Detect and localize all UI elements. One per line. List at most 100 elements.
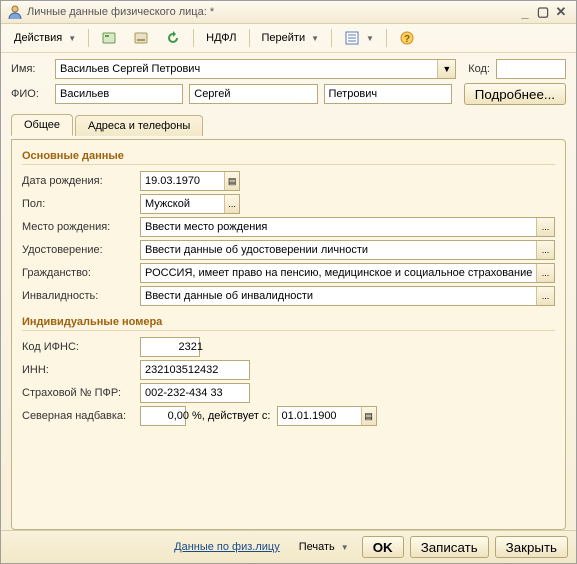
physical-person-link[interactable]: Данные по физ.лицу (174, 541, 280, 553)
toolbar-icon-1[interactable] (94, 26, 124, 50)
middlename-input[interactable] (325, 85, 459, 103)
more-button[interactable]: Подробнее... (464, 83, 566, 105)
fio-label: ФИО: (11, 88, 49, 100)
birthplace-select-button[interactable]: ... (536, 218, 554, 236)
name-label: Имя: (11, 63, 49, 75)
firstname-field[interactable] (189, 84, 317, 104)
tab-addresses[interactable]: Адреса и телефоны (75, 115, 203, 136)
calendar-icon[interactable]: ▤ (361, 407, 376, 425)
inn-label: ИНН: (22, 364, 134, 376)
divider (22, 330, 555, 331)
maximize-button[interactable]: ▢ (534, 4, 552, 20)
footer: Данные по физ.лицу Печать ▼ OK Записать … (1, 530, 576, 563)
card2-icon (133, 30, 149, 46)
north-label: Северная надбавка: (22, 410, 134, 422)
content: Имя: ▼ Код: ФИО: Подробнее... Общее Адре… (1, 53, 576, 530)
card-icon (101, 30, 117, 46)
toolbar-separator (193, 29, 194, 47)
disability-input[interactable] (141, 290, 536, 302)
citizen-field[interactable]: ... (140, 263, 555, 283)
ifns-field[interactable] (140, 337, 200, 357)
sex-label: Пол: (22, 198, 134, 210)
sex-field[interactable]: ... (140, 194, 240, 214)
sex-row: Пол: ... (22, 194, 555, 214)
ifns-input[interactable] (141, 338, 207, 356)
inn-row: ИНН: (22, 360, 555, 380)
birthplace-input[interactable] (141, 221, 536, 233)
name-dropdown[interactable]: ▼ (437, 60, 455, 78)
disability-row: Инвалидность: ... (22, 286, 555, 306)
sex-input[interactable] (141, 198, 224, 210)
north-value-field[interactable] (140, 406, 186, 426)
toolbar: Действия ▼ НДФЛ Перейти ▼ ▼ ? (1, 24, 576, 53)
close-window-button[interactable]: ✕ (552, 4, 570, 20)
ifns-label: Код ИФНС: (22, 341, 134, 353)
minimize-button[interactable]: _ (516, 5, 534, 20)
birth-field[interactable]: ▤ (140, 171, 240, 191)
lastname-input[interactable] (56, 85, 190, 103)
toolbar-icon-4[interactable]: ▼ (337, 26, 381, 50)
birth-row: Дата рождения: ▤ (22, 171, 555, 191)
ok-button[interactable]: OK (362, 536, 404, 558)
refresh-icon (165, 30, 181, 46)
save-button[interactable]: Записать (410, 536, 489, 558)
toolbar-separator (386, 29, 387, 47)
birthplace-row: Место рождения: ... (22, 217, 555, 237)
print-menu[interactable]: Печать ▼ (292, 535, 356, 559)
ndfl-button[interactable]: НДФЛ (199, 26, 243, 50)
sex-select-button[interactable]: ... (224, 195, 239, 213)
help-button[interactable]: ? (392, 26, 422, 50)
close-button[interactable]: Закрыть (495, 536, 568, 558)
citizen-select-button[interactable]: ... (536, 264, 554, 282)
window-title: Личные данные физического лица: * (27, 6, 516, 18)
birthplace-label: Место рождения: (22, 221, 134, 233)
north-date-input[interactable] (278, 410, 361, 422)
titlebar: Личные данные физического лица: * _ ▢ ✕ (1, 1, 576, 24)
code-field[interactable] (496, 59, 566, 79)
north-value-input[interactable] (141, 407, 193, 425)
middlename-field[interactable] (324, 84, 452, 104)
disability-select-button[interactable]: ... (536, 287, 554, 305)
birth-input[interactable] (141, 175, 224, 187)
id-row: Удостоверение: ... (22, 240, 555, 260)
pfr-field[interactable] (140, 383, 250, 403)
id-field[interactable]: ... (140, 240, 555, 260)
north-row: Северная надбавка: %, действует с: ▤ (22, 406, 555, 426)
name-input[interactable] (56, 63, 437, 75)
inn-field[interactable] (140, 360, 250, 380)
disability-field[interactable]: ... (140, 286, 555, 306)
tab-page-general: Основные данные Дата рождения: ▤ Пол: ..… (11, 139, 566, 530)
actions-menu[interactable]: Действия ▼ (7, 26, 83, 50)
toolbar-separator (88, 29, 89, 47)
id-label: Удостоверение: (22, 244, 134, 256)
dropdown-icon: ▼ (366, 34, 374, 43)
lastname-field[interactable] (55, 84, 183, 104)
birthplace-field[interactable]: ... (140, 217, 555, 237)
citizen-label: Гражданство: (22, 267, 134, 279)
dropdown-icon: ▼ (311, 34, 319, 43)
goto-menu[interactable]: Перейти ▼ (255, 26, 327, 50)
svg-text:?: ? (404, 34, 410, 45)
person-icon (7, 4, 23, 20)
section-individual-numbers: Индивидуальные номера (22, 316, 555, 328)
id-input[interactable] (141, 244, 536, 256)
name-field[interactable]: ▼ (55, 59, 456, 79)
calendar-icon[interactable]: ▤ (224, 172, 239, 190)
pfr-input[interactable] (141, 384, 257, 402)
citizen-row: Гражданство: ... (22, 263, 555, 283)
code-input[interactable] (497, 60, 573, 78)
id-select-button[interactable]: ... (536, 241, 554, 259)
goto-label: Перейти (262, 32, 306, 44)
citizen-input[interactable] (141, 267, 536, 279)
list-icon (344, 30, 360, 46)
help-icon: ? (399, 30, 415, 46)
firstname-input[interactable] (190, 85, 324, 103)
toolbar-separator (249, 29, 250, 47)
toolbar-icon-3[interactable] (158, 26, 188, 50)
north-date-field[interactable]: ▤ (277, 406, 377, 426)
birth-label: Дата рождения: (22, 175, 134, 187)
tab-general[interactable]: Общее (11, 114, 73, 136)
toolbar-icon-2[interactable] (126, 26, 156, 50)
inn-input[interactable] (141, 361, 257, 379)
toolbar-separator (331, 29, 332, 47)
